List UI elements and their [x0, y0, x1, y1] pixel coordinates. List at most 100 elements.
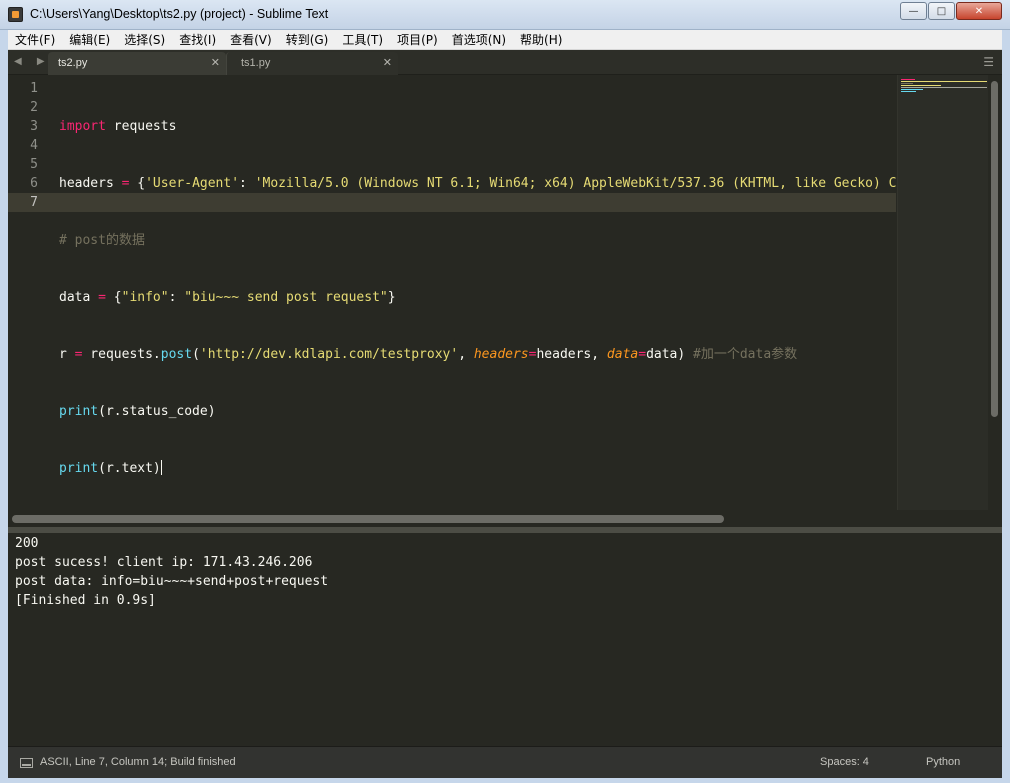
- code-line-7: print(r.text): [59, 459, 897, 478]
- window-titlebar: C:\Users\Yang\Desktop\ts2.py (project) -…: [0, 0, 1010, 30]
- output-line: post sucess! client ip: 171.43.246.206: [15, 555, 313, 570]
- tab-label: ts1.py: [241, 57, 271, 69]
- operator: =: [98, 290, 106, 305]
- code-text: r: [59, 347, 75, 362]
- code-text: :: [239, 176, 255, 191]
- menu-preferences[interactable]: 首选项(N): [445, 31, 513, 48]
- parameter: headers: [473, 347, 529, 362]
- minimap-line: [901, 83, 913, 84]
- window-controls: — □ ✕: [899, 2, 1002, 20]
- horizontal-scroll-track: [8, 510, 1002, 527]
- code-text: requests: [105, 119, 177, 134]
- string: 'User-Agent': [145, 176, 240, 191]
- minimap-line: [901, 79, 915, 80]
- code-area[interactable]: import requests headers = {'User-Agent':…: [59, 79, 897, 510]
- code-text: (r.text): [98, 461, 161, 476]
- tab-ts1[interactable]: ts1.py ✕: [226, 52, 398, 75]
- window-frame-right: [1002, 30, 1010, 783]
- status-message: ASCII, Line 7, Column 14; Build finished: [40, 756, 236, 768]
- code-text: ,: [458, 347, 474, 362]
- minimap-line: [901, 85, 941, 86]
- line-number: 5: [30, 157, 38, 172]
- comment: # post的数据: [59, 233, 145, 248]
- code-text: :: [168, 290, 185, 305]
- panel-toggle-icon[interactable]: [20, 758, 33, 768]
- comment: #加一个data参数: [693, 347, 798, 362]
- indentation-setting[interactable]: Spaces: 4: [820, 756, 869, 768]
- code-text: {: [105, 290, 122, 305]
- minimize-button[interactable]: —: [900, 2, 927, 20]
- menu-help[interactable]: 帮助(H): [513, 31, 569, 48]
- menu-find[interactable]: 查找(I): [172, 31, 223, 48]
- code-text: data: [59, 290, 99, 305]
- minimap-line: [901, 81, 987, 82]
- menu-goto[interactable]: 转到(G): [279, 31, 336, 48]
- parameter: data: [606, 347, 639, 362]
- code-text: {: [129, 176, 146, 191]
- code-text: }: [387, 290, 396, 305]
- code-text: headers: [59, 176, 122, 191]
- code-line-4: data = {"info": "biu~~~ send post reques…: [59, 288, 897, 307]
- sublime-app-icon: [8, 7, 23, 22]
- tab-menu-icon[interactable]: ☰: [983, 55, 994, 69]
- code-text: data): [646, 347, 694, 362]
- text-cursor: [160, 460, 162, 475]
- tab-bar: ◀ ▶ ts2.py ✕ ts1.py ✕ ☰: [8, 50, 1002, 75]
- code-text: (: [192, 347, 200, 362]
- string: "info": [121, 290, 169, 305]
- menu-project[interactable]: 项目(P): [390, 31, 445, 48]
- line-number: 3: [30, 119, 38, 134]
- code-line-5: r = requests.post('http://dev.kdlapi.com…: [59, 345, 897, 364]
- line-number: 1: [30, 81, 38, 96]
- minimap[interactable]: [897, 75, 987, 510]
- code-text: headers,: [536, 347, 607, 362]
- string: 'Mozilla/5.0 (Windows NT 6.1; Win64; x64…: [254, 176, 897, 191]
- code-line-2: headers = {'User-Agent': 'Mozilla/5.0 (W…: [59, 174, 897, 193]
- string: 'http://dev.kdlapi.com/testproxy': [199, 347, 459, 362]
- menu-file[interactable]: 文件(F): [8, 31, 62, 48]
- line-number: 4: [30, 138, 38, 153]
- string: "biu~~~ send post request": [184, 290, 388, 305]
- minimap-viewport[interactable]: [898, 75, 988, 510]
- code-line-6: print(r.status_code): [59, 402, 897, 421]
- code-line-3: # post的数据: [59, 231, 897, 250]
- tab-ts2[interactable]: ts2.py ✕: [48, 52, 226, 75]
- menu-edit[interactable]: 编辑(E): [62, 31, 117, 48]
- maximize-button[interactable]: □: [928, 2, 955, 20]
- line-number-gutter: 1 2 3 4 5 6 7: [8, 79, 52, 212]
- menu-selection[interactable]: 选择(S): [117, 31, 172, 48]
- vertical-scrollbar[interactable]: [991, 81, 998, 417]
- close-window-button[interactable]: ✕: [956, 2, 1002, 20]
- tab-label: ts2.py: [58, 57, 88, 69]
- minimap-line: [901, 91, 916, 92]
- window-title: C:\Users\Yang\Desktop\ts2.py (project) -…: [30, 7, 329, 21]
- tab-nav-arrows-icon[interactable]: ◀ ▶: [14, 56, 51, 67]
- minimap-line: [901, 89, 923, 90]
- window-frame-left: [0, 30, 8, 783]
- output-line: [Finished in 0.9s]: [15, 593, 156, 608]
- build-output-panel[interactable]: 200 post sucess! client ip: 171.43.246.2…: [8, 533, 1002, 746]
- line-number: 2: [30, 100, 38, 115]
- code-text: (r.status_code): [98, 404, 216, 419]
- output-line: post data: info=biu~~~+send+post+request: [15, 574, 329, 589]
- line-number-current: 7: [8, 193, 52, 212]
- output-line: 200: [15, 536, 39, 551]
- menu-bar: 文件(F) 编辑(E) 选择(S) 查找(I) 查看(V) 转到(G) 工具(T…: [8, 30, 1002, 50]
- code-editor[interactable]: 1 2 3 4 5 6 7 import requests headers = …: [8, 75, 1002, 510]
- code-line-1: import requests: [59, 117, 897, 136]
- menu-tools[interactable]: 工具(T): [335, 31, 390, 48]
- minimap-line: [901, 87, 987, 88]
- window-frame-bottom: [0, 778, 1010, 783]
- function-name: print: [59, 461, 99, 476]
- close-icon[interactable]: ✕: [383, 56, 392, 69]
- menu-view[interactable]: 查看(V): [223, 31, 279, 48]
- close-icon[interactable]: ✕: [211, 56, 220, 69]
- keyword: import: [59, 119, 106, 134]
- line-number: 6: [30, 176, 38, 191]
- horizontal-scrollbar[interactable]: [12, 515, 724, 523]
- status-bar: ASCII, Line 7, Column 14; Build finished…: [8, 746, 1002, 778]
- code-text: requests.: [82, 347, 161, 362]
- operator: =: [638, 347, 647, 362]
- syntax-selector[interactable]: Python: [926, 756, 960, 768]
- function-name: post: [160, 347, 193, 362]
